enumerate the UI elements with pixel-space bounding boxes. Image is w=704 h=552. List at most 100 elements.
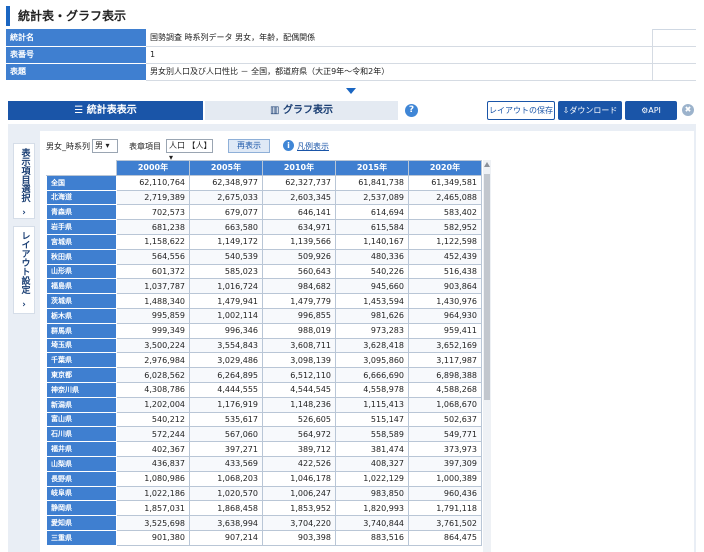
table-cell: 1,202,004 (116, 396, 190, 413)
row-header[interactable]: 新潟県 (46, 396, 117, 413)
row-header[interactable]: 埼玉県 (46, 337, 117, 354)
row-header[interactable]: 青森県 (46, 204, 117, 221)
table-cell: 3,095,860 (335, 352, 409, 369)
row-header[interactable]: 北海道 (46, 189, 117, 206)
side-tab-layout-label: レイアウト設定 (19, 231, 30, 294)
row-header[interactable]: 静岡県 (46, 500, 117, 517)
row-header[interactable]: 千葉県 (46, 352, 117, 369)
table-row: 愛知県 3,525,698 3,638,994 3,704,220 3,740,844 3… (46, 515, 482, 531)
redraw-button[interactable]: 再表示 (228, 139, 270, 153)
table-cell: 452,439 (408, 248, 482, 265)
table-cell: 1,068,203 (189, 470, 263, 487)
row-header[interactable]: 福井県 (46, 441, 117, 457)
tab-graph-view[interactable]: ▥ グラフ表示 (205, 101, 398, 120)
table-cell: 535,617 (189, 411, 263, 428)
api-button[interactable]: ⚙API (625, 101, 677, 120)
scroll-up-icon[interactable] (484, 162, 490, 167)
row-header[interactable]: 山梨県 (46, 455, 117, 472)
table-cell: 615,584 (335, 219, 409, 235)
column-header[interactable]: 2020年 (408, 160, 482, 176)
row-header[interactable]: 茨城県 (46, 293, 117, 309)
table-cell: 4,588,268 (408, 381, 482, 398)
row-header[interactable]: 愛知県 (46, 515, 117, 531)
table-row: 群馬県 999,349 996,346 988,019 973,283 959,411 (46, 322, 482, 339)
table-cell: 983,850 (335, 485, 409, 502)
info-icon[interactable]: i (283, 140, 294, 151)
table-cell: 585,023 (189, 263, 263, 280)
legend-link[interactable]: 凡例表示 (297, 141, 329, 152)
table-cell: 509,926 (262, 248, 336, 265)
table-cell: 564,972 (262, 426, 336, 443)
table-cell: 540,539 (189, 248, 263, 265)
row-header[interactable]: 石川県 (46, 426, 117, 443)
table-cell: 62,348,977 (189, 174, 263, 191)
table-cell: 389,712 (262, 441, 336, 457)
collapse-arrow-icon[interactable] (346, 88, 356, 94)
table-cell: 614,694 (335, 204, 409, 221)
row-header[interactable]: 山形県 (46, 263, 117, 280)
table-cell: 1,820,993 (335, 500, 409, 517)
table-cell: 601,372 (116, 263, 190, 280)
table-row: 埼玉県 3,500,224 3,554,843 3,608,711 3,628,418 3… (46, 337, 482, 354)
help-icon[interactable]: ? (405, 104, 418, 117)
table-cell: 3,098,139 (262, 352, 336, 369)
row-header[interactable]: 秋田県 (46, 248, 117, 265)
table-cell: 1,488,340 (116, 293, 190, 309)
item-select[interactable]: 人口 【人】 ▾ (166, 139, 213, 162)
table-cell: 1,479,941 (189, 293, 263, 309)
close-icon[interactable]: ✖ (682, 104, 694, 116)
table-cell: 984,682 (262, 278, 336, 295)
row-header[interactable]: 岩手県 (46, 219, 117, 235)
table-cell: 1,857,031 (116, 500, 190, 517)
row-header[interactable]: 宮城県 (46, 233, 117, 250)
column-header[interactable]: 2005年 (189, 160, 263, 176)
table-cell: 1,006,247 (262, 485, 336, 502)
row-header[interactable]: 岐阜県 (46, 485, 117, 502)
table-cell: 663,580 (189, 219, 263, 235)
row-header[interactable]: 富山県 (46, 411, 117, 428)
table-cell: 6,264,895 (189, 367, 263, 383)
row-header[interactable]: 群馬県 (46, 322, 117, 339)
column-header[interactable]: 2000年 (116, 160, 190, 176)
table-cell: 1,430,976 (408, 293, 482, 309)
sex-select[interactable]: 男 ▾ (92, 139, 118, 153)
download-button[interactable]: ⇩ダウンロード (558, 101, 622, 120)
table-cell: 1,158,622 (116, 233, 190, 250)
info-row: 統計名 国勢調査 時系列データ 男女，年齢，配偶関係 (6, 29, 696, 47)
table-cell: 3,761,502 (408, 515, 482, 531)
item-filter-label: 表章項目 (129, 142, 161, 151)
tab-table-view[interactable]: ☰ 統計表表示 (8, 101, 203, 120)
row-header[interactable]: 長野県 (46, 470, 117, 487)
table-cell: 3,628,418 (335, 337, 409, 354)
table-cell: 2,465,088 (408, 189, 482, 206)
side-tab-layout[interactable]: レイアウト設定 › (13, 226, 35, 314)
table-cell: 433,569 (189, 455, 263, 472)
table-cell: 3,704,220 (262, 515, 336, 531)
table-row: 岩手県 681,238 663,580 634,971 615,584 582,952 (46, 219, 482, 235)
table-cell: 62,327,737 (262, 174, 336, 191)
info-value: 男女別人口及び人口性比 － 全国，都道府県（大正9年～令和2年） (146, 63, 652, 81)
row-header[interactable]: 神奈川県 (46, 381, 117, 398)
row-header[interactable]: 栃木県 (46, 307, 117, 324)
column-header[interactable]: 2010年 (262, 160, 336, 176)
table-cell: 1,037,787 (116, 278, 190, 295)
row-header[interactable]: 三重県 (46, 529, 117, 546)
table-cell: 3,608,711 (262, 337, 336, 354)
save-layout-button[interactable]: レイアウトの保存 (487, 101, 555, 120)
scrollbar-thumb[interactable] (484, 174, 490, 400)
info-extra-cell (651, 29, 696, 47)
table-corner (46, 160, 117, 176)
side-tab-item-select[interactable]: 表示項目選択 › (13, 143, 35, 219)
info-label: 統計名 (6, 29, 146, 47)
table-cell: 1,853,952 (262, 500, 336, 517)
row-header[interactable]: 全国 (46, 174, 117, 191)
table-cell: 2,603,345 (262, 189, 336, 206)
table-cell: 4,558,978 (335, 381, 409, 398)
table-row: 長野県 1,080,986 1,068,203 1,046,178 1,022,129 1… (46, 470, 482, 487)
table-cell: 583,402 (408, 204, 482, 221)
row-header[interactable]: 東京都 (46, 367, 117, 383)
column-header[interactable]: 2015年 (335, 160, 409, 176)
row-header[interactable]: 福島県 (46, 278, 117, 295)
table-cell: 515,147 (335, 411, 409, 428)
table-row: 山形県 601,372 585,023 560,643 540,226 516,438 (46, 263, 482, 280)
